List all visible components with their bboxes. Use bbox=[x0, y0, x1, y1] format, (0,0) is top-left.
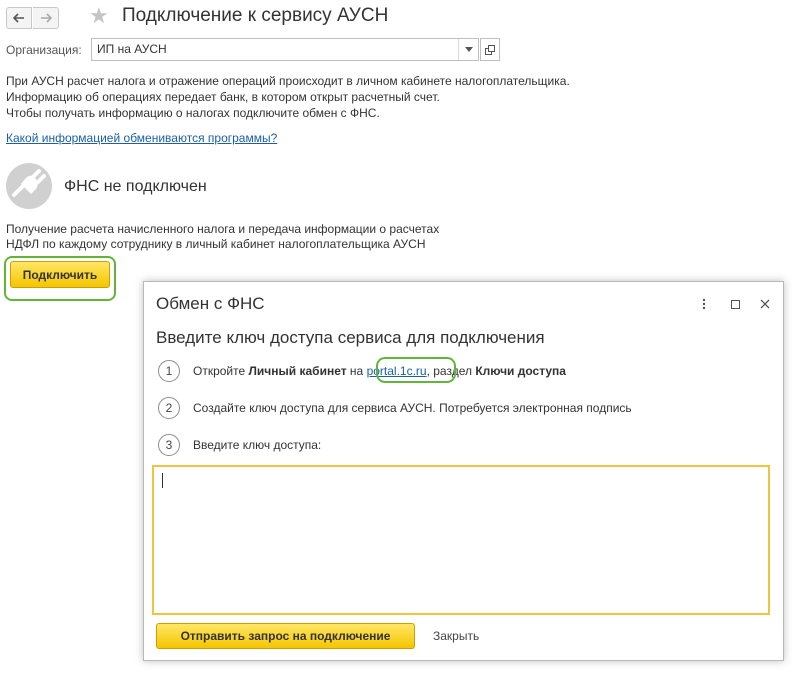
back-button[interactable] bbox=[6, 7, 32, 29]
organization-dropdown-button[interactable] bbox=[458, 39, 478, 60]
close-button[interactable]: Закрыть bbox=[433, 623, 479, 649]
plug-disconnected-icon bbox=[6, 163, 52, 209]
fns-description: Получение расчета начисленного налога и … bbox=[6, 222, 439, 252]
organization-label: Организация: bbox=[6, 43, 82, 57]
fns-description-line: Получение расчета начисленного налога и … bbox=[6, 222, 440, 236]
forward-button[interactable] bbox=[33, 7, 59, 29]
exchange-info-link[interactable]: Какой информацией обмениваются программы… bbox=[6, 131, 277, 145]
highlight-ring bbox=[376, 357, 456, 383]
organization-field[interactable]: ИП на АУСН bbox=[91, 38, 479, 61]
fns-description-line: НДФЛ по каждому сотруднику в личный каби… bbox=[6, 237, 426, 251]
more-options-icon[interactable] bbox=[696, 295, 712, 313]
info-line: При АУСН расчет налога и отражение опера… bbox=[6, 74, 570, 88]
access-key-input[interactable] bbox=[152, 465, 770, 615]
info-line: Информацию об операциях передает банк, в… bbox=[6, 90, 440, 104]
dialog-title: Обмен с ФНС bbox=[156, 294, 265, 313]
close-icon[interactable] bbox=[757, 295, 773, 313]
arrow-right-icon bbox=[40, 13, 52, 23]
step-number: 3 bbox=[158, 434, 180, 456]
favorite-star-icon[interactable]: ★ bbox=[89, 4, 109, 28]
page-title: Подключение к сервису АУСН bbox=[122, 5, 389, 26]
text-cursor bbox=[162, 473, 163, 488]
step-2-text: Создайте ключ доступа для сервиса АУСН. … bbox=[193, 401, 632, 415]
fns-exchange-dialog: Обмен с ФНС Введите ключ доступа сервиса… bbox=[143, 281, 784, 661]
maximize-icon[interactable] bbox=[727, 295, 743, 313]
open-form-icon bbox=[485, 44, 495, 55]
step-3-text: Введите ключ доступа: bbox=[193, 438, 322, 452]
info-text: При АУСН расчет налога и отражение опера… bbox=[6, 73, 570, 121]
connect-button[interactable]: Подключить bbox=[10, 261, 110, 288]
dialog-heading: Введите ключ доступа сервиса для подключ… bbox=[156, 328, 545, 347]
step-number: 1 bbox=[158, 360, 180, 382]
info-line: Чтобы получать информацию о налогах подк… bbox=[6, 106, 380, 120]
organization-open-button[interactable] bbox=[480, 38, 500, 61]
step-number: 2 bbox=[158, 397, 180, 419]
fns-status-title: ФНС не подключен bbox=[64, 178, 207, 195]
send-request-button[interactable]: Отправить запрос на подключение bbox=[156, 623, 415, 649]
dropdown-arrow-icon bbox=[464, 47, 473, 52]
arrow-left-icon bbox=[13, 13, 24, 23]
